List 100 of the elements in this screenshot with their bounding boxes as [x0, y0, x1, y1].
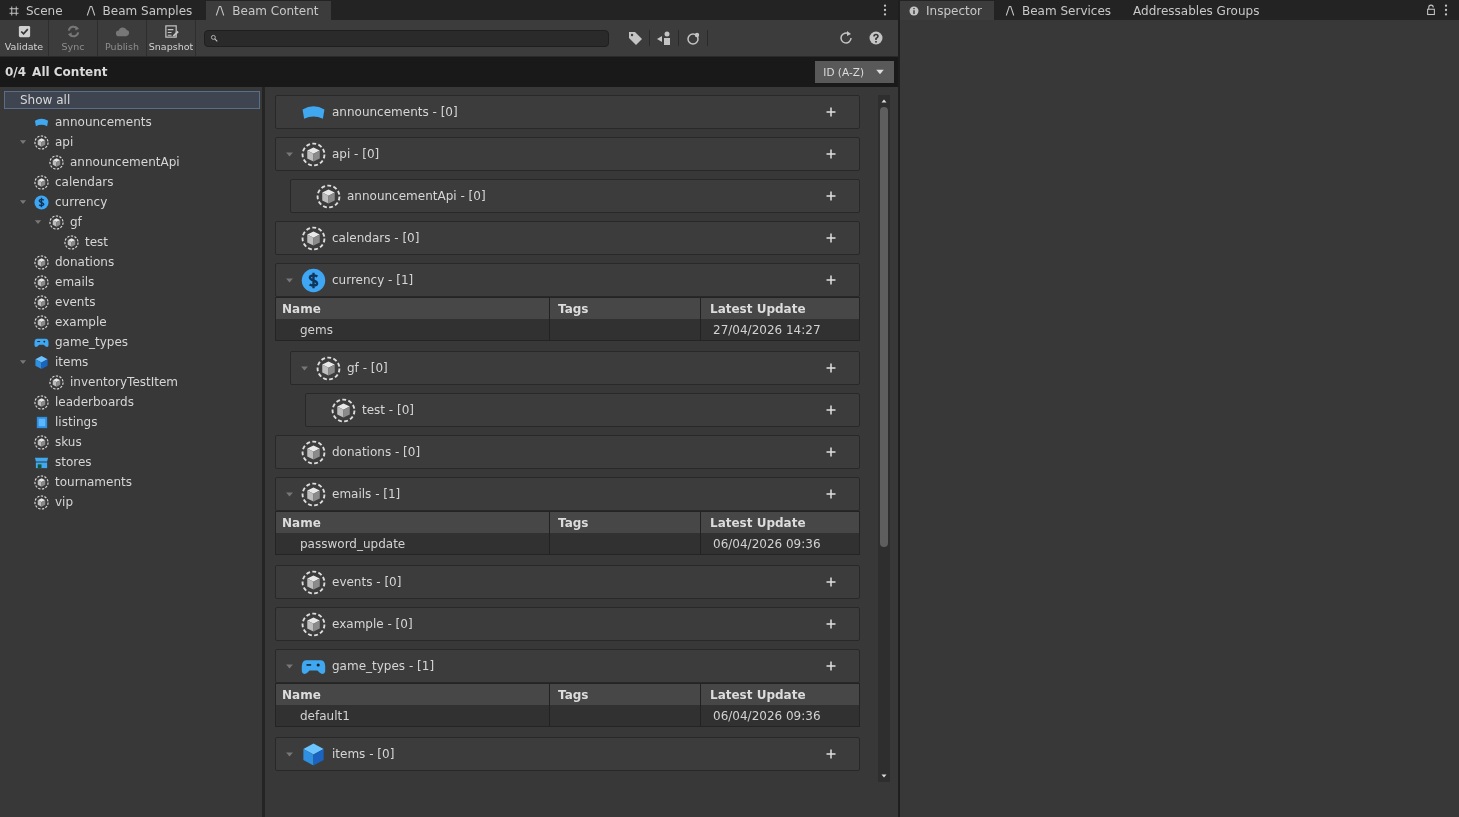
tree-item[interactable]: announcements	[55, 115, 152, 129]
tree-item[interactable]: inventoryTestItem	[70, 375, 179, 389]
toolbar-button[interactable]: Validate	[0, 20, 49, 56]
group-title: calendars - [0]	[332, 231, 420, 245]
tree-item[interactable]: api	[55, 135, 74, 149]
tree-item[interactable]: emails	[55, 275, 95, 289]
lock-icon[interactable]	[1425, 4, 1437, 16]
cube-icon	[301, 481, 326, 507]
add-icon[interactable]	[825, 748, 837, 760]
content-group-header[interactable]: game_types - [1]	[275, 649, 860, 683]
name-cell[interactable]: gems	[276, 319, 550, 340]
add-icon[interactable]	[825, 106, 837, 118]
panel-tab[interactable]: Inspector	[900, 1, 994, 20]
lambda-icon	[214, 4, 227, 17]
cube-icon	[34, 174, 49, 190]
cube-icon	[49, 374, 64, 390]
date-cell-text: 27/04/2026 14:27	[712, 321, 822, 339]
content-title: All Content	[32, 65, 108, 79]
panel-tab[interactable]: Beam Samples	[76, 1, 205, 20]
content-group-header[interactable]: api - [0]	[275, 137, 860, 171]
cube-icon	[301, 611, 326, 637]
panel-tab[interactable]: Beam Services	[996, 1, 1124, 20]
tree-item[interactable]: tournaments	[55, 475, 132, 489]
panel-tab[interactable]: Beam Content	[206, 1, 331, 20]
content-group-header[interactable]: items - [0]	[275, 737, 860, 771]
content-group-header[interactable]: gf - [0]	[290, 351, 860, 385]
content-group-header[interactable]: donations - [0]	[275, 435, 860, 469]
add-icon[interactable]	[825, 190, 837, 202]
tree-item[interactable]: events	[55, 295, 96, 309]
dollar-icon	[34, 194, 49, 210]
cube-icon	[49, 214, 64, 230]
add-icon[interactable]	[825, 446, 837, 458]
sort-dropdown[interactable]: ID (A-Z)	[815, 61, 894, 83]
add-icon[interactable]	[825, 232, 837, 244]
add-icon[interactable]	[825, 618, 837, 630]
content-group-header[interactable]: events - [0]	[275, 565, 860, 599]
content-group-header[interactable]: test - [0]	[305, 393, 860, 427]
content-group-header[interactable]: emails - [1]	[275, 477, 860, 511]
add-icon[interactable]	[825, 148, 837, 160]
tree-item[interactable]: currency	[55, 195, 108, 209]
tree-item[interactable]: leaderboards	[55, 395, 134, 409]
content-group-header[interactable]: announcementApi - [0]	[290, 179, 860, 213]
add-icon[interactable]	[825, 274, 837, 286]
sync-icon	[65, 24, 81, 39]
tree-item[interactable]: skus	[55, 435, 82, 449]
cube-icon	[34, 394, 49, 410]
tree-item[interactable]: game_types	[55, 335, 129, 349]
scroll-up-icon[interactable]	[880, 97, 888, 105]
name-cell[interactable]: password_update	[276, 533, 550, 554]
tree-item[interactable]: test	[85, 235, 109, 249]
tree-item[interactable]: announcementApi	[70, 155, 180, 169]
content-count: 0/4	[5, 65, 27, 79]
column-header[interactable]: Latest Update	[701, 684, 859, 705]
name-cell[interactable]: default1	[276, 705, 550, 726]
add-icon[interactable]	[825, 576, 837, 588]
tree-item[interactable]: gf	[70, 215, 82, 229]
cube-icon	[34, 294, 49, 310]
cube-icon	[34, 494, 49, 510]
add-icon[interactable]	[825, 660, 837, 672]
add-icon[interactable]	[825, 488, 837, 500]
add-icon[interactable]	[825, 404, 837, 416]
cube-icon	[34, 434, 49, 450]
content-group-header[interactable]: calendars - [0]	[275, 221, 860, 255]
help-icon[interactable]	[868, 30, 884, 46]
content-group-header[interactable]: currency - [1]	[275, 263, 860, 297]
column-header[interactable]: Latest Update	[701, 298, 859, 319]
cube-icon	[316, 355, 341, 381]
tree-item[interactable]: stores	[55, 455, 92, 469]
column-header[interactable]: Latest Update	[701, 512, 859, 533]
show-all-item[interactable]: Show all	[4, 91, 260, 109]
group-title: currency - [1]	[332, 273, 414, 287]
scrollbar[interactable]	[878, 95, 890, 782]
info-icon	[908, 4, 920, 17]
add-icon[interactable]	[825, 362, 837, 374]
content-group-header[interactable]: example - [0]	[275, 607, 860, 641]
tree-item[interactable]: listings	[55, 415, 98, 429]
group-title: events - [0]	[332, 575, 402, 589]
cube-icon	[301, 741, 326, 767]
list-icon	[34, 414, 49, 430]
group-title: example - [0]	[332, 617, 413, 631]
cube-icon	[301, 439, 326, 465]
cube-icon	[49, 154, 64, 170]
toolbar-button[interactable]: Snapshot	[147, 20, 196, 56]
refresh-icon[interactable]	[838, 30, 854, 46]
content-group-header[interactable]: announcements - [0]	[275, 95, 860, 129]
scroll-down-icon[interactable]	[880, 772, 888, 780]
cube-icon	[34, 474, 49, 490]
tree-item[interactable]: items	[55, 355, 89, 369]
cube-icon	[34, 134, 49, 150]
tree-item[interactable]: calendars	[55, 175, 114, 189]
grid-icon	[8, 4, 20, 17]
cloud-icon	[114, 24, 130, 39]
tree-item[interactable]: donations	[55, 255, 115, 269]
cube-icon	[34, 354, 49, 370]
cube-icon	[34, 314, 49, 330]
panel-tab[interactable]: Scene	[0, 1, 75, 20]
tree-item[interactable]: example	[55, 315, 107, 329]
tree-item[interactable]: vip	[55, 495, 74, 509]
panel-tab[interactable]: Addressables Groups	[1125, 1, 1272, 20]
search-field[interactable]	[204, 29, 609, 47]
